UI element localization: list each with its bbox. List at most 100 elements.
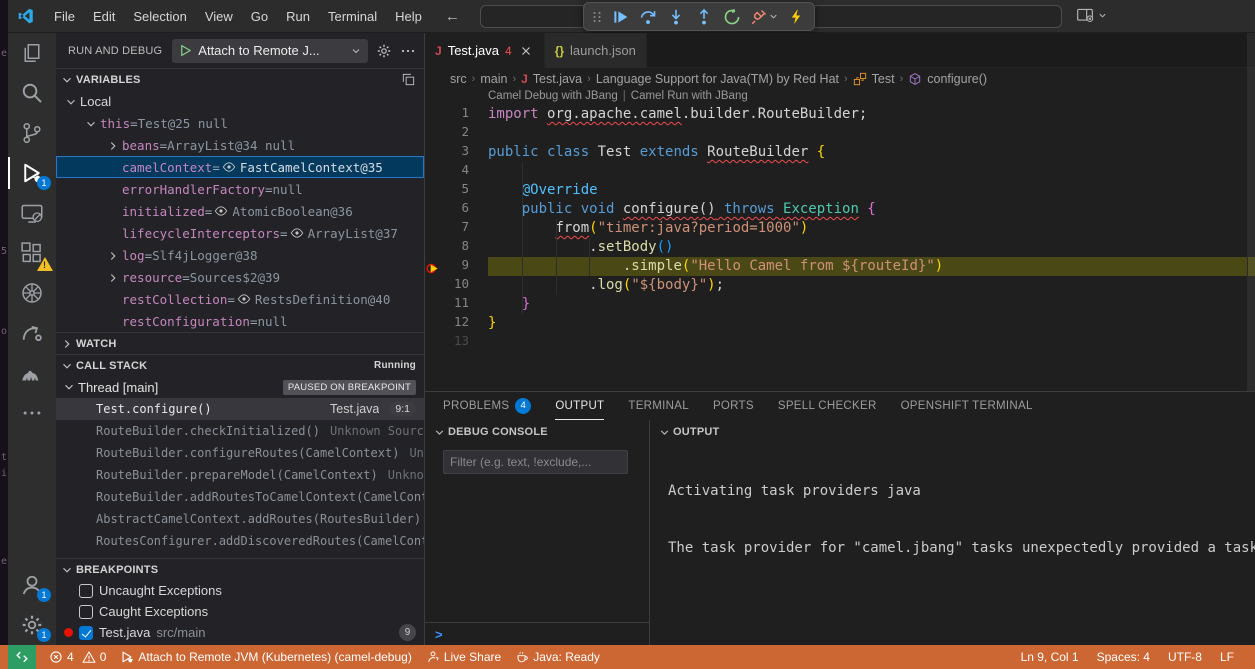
- codelens-camel-debug[interactable]: Camel Debug with JBang: [488, 90, 618, 105]
- breadcrumb-method[interactable]: configure(): [927, 72, 987, 86]
- breakpoint-gutter[interactable]: [425, 143, 441, 162]
- watch-section-header[interactable]: WATCH: [56, 332, 424, 354]
- step-into-icon[interactable]: [663, 5, 689, 29]
- manage-button[interactable]: 1: [8, 605, 56, 645]
- indentation-status[interactable]: Spaces: 4: [1090, 650, 1157, 664]
- debug-console-prompt[interactable]: >: [425, 622, 649, 645]
- stack-frame-row[interactable]: RouteBuilder.configureRoutes(CamelContex…: [56, 442, 424, 464]
- activity-explorer[interactable]: [8, 33, 56, 73]
- stack-frame-row-selected[interactable]: Test.configure() Test.java 9:1: [56, 398, 424, 420]
- nav-back-icon[interactable]: ←: [445, 8, 460, 25]
- launch-config-dropdown[interactable]: Attach to Remote J...: [172, 39, 368, 63]
- variable-row[interactable]: lifecycleInterceptors = ArrayList@37: [56, 222, 424, 244]
- menu-run[interactable]: Run: [277, 5, 319, 28]
- step-out-icon[interactable]: [691, 5, 717, 29]
- breadcrumb-file[interactable]: Test.java: [533, 72, 582, 86]
- checkbox-unchecked[interactable]: [79, 605, 93, 619]
- copy-value-icon[interactable]: [401, 72, 416, 87]
- variable-row[interactable]: restConfiguration = null: [56, 310, 424, 332]
- menu-file[interactable]: File: [45, 5, 84, 28]
- activity-openshift[interactable]: [8, 313, 56, 353]
- breadcrumb-class[interactable]: Test: [872, 72, 895, 86]
- remote-indicator[interactable]: [8, 645, 36, 669]
- breakpoint-gutter[interactable]: [425, 124, 441, 143]
- tab-launch-json[interactable]: {} launch.json: [545, 33, 647, 68]
- thread-row[interactable]: Thread [main] PAUSED ON BREAKPOINT: [56, 376, 424, 398]
- codelens-camel-run[interactable]: Camel Run with JBang: [631, 90, 748, 105]
- breakpoint-row[interactable]: Test.java src/main 9: [56, 622, 424, 643]
- disconnect-icon[interactable]: [747, 5, 781, 29]
- code-editor[interactable]: Camel Debug with JBang | Camel Run with …: [425, 90, 1255, 391]
- accounts-button[interactable]: 1: [8, 565, 56, 605]
- variable-row[interactable]: this = Test@25 null: [56, 112, 424, 134]
- eol-status[interactable]: LF: [1213, 650, 1241, 664]
- breakpoint-row[interactable]: Caught Exceptions: [56, 601, 424, 622]
- breakpoint-gutter[interactable]: [425, 162, 441, 181]
- close-icon[interactable]: [518, 43, 534, 59]
- variable-row[interactable]: resource = Sources$2@39: [56, 266, 424, 288]
- menu-edit[interactable]: Edit: [84, 5, 124, 28]
- start-debug-icon[interactable]: [178, 43, 193, 58]
- breakpoint-gutter[interactable]: [425, 181, 441, 200]
- breakpoint-gutter[interactable]: [425, 219, 441, 238]
- breakpoint-gutter[interactable]: [425, 276, 441, 295]
- breakpoints-section-header[interactable]: BREAKPOINTS: [56, 558, 424, 580]
- menu-help[interactable]: Help: [386, 5, 431, 28]
- tab-problems[interactable]: PROBLEMS4: [443, 392, 531, 420]
- breakpoint-gutter[interactable]: [425, 295, 441, 314]
- variable-scope-row[interactable]: Local: [56, 90, 424, 112]
- tab-openshift-terminal[interactable]: OPENSHIFT TERMINAL: [901, 392, 1033, 420]
- paused-breakpoint-gutter[interactable]: [425, 257, 441, 276]
- lazy-eval-eye-icon[interactable]: [237, 292, 251, 306]
- stack-frame-row[interactable]: RouteBuilder.prepareModel(CamelContext)U…: [56, 464, 424, 486]
- stack-frame-row[interactable]: RouteBuilder.addRoutesToCamelContext(Cam…: [56, 486, 424, 508]
- lazy-eval-eye-icon[interactable]: [222, 160, 236, 174]
- continue-icon[interactable]: [607, 5, 633, 29]
- lazy-eval-eye-icon[interactable]: [214, 204, 228, 218]
- debug-settings-gear-icon[interactable]: [376, 43, 392, 59]
- menu-go[interactable]: Go: [242, 5, 277, 28]
- tab-spell-checker[interactable]: SPELL CHECKER: [778, 392, 877, 420]
- output-header[interactable]: OUTPUT: [650, 420, 1255, 444]
- activity-camel[interactable]: [8, 353, 56, 393]
- activity-run-and-debug[interactable]: 1: [8, 153, 56, 193]
- breakpoint-row[interactable]: Uncaught Exceptions: [56, 580, 424, 601]
- java-status[interactable]: Java: Ready: [508, 645, 607, 669]
- variable-row[interactable]: beans = ArrayList@34 null: [56, 134, 424, 156]
- encoding-status[interactable]: UTF-8: [1161, 650, 1209, 664]
- variable-row[interactable]: initialized = AtomicBoolean@36: [56, 200, 424, 222]
- stack-frame-row[interactable]: RouteBuilder.checkInitialized()Unknown S…: [56, 420, 424, 442]
- restart-icon[interactable]: [719, 5, 745, 29]
- breakpoint-gutter[interactable]: [425, 200, 441, 219]
- customize-layout-button[interactable]: [1076, 6, 1108, 24]
- checkbox-checked[interactable]: [79, 626, 93, 640]
- tab-test-java[interactable]: J Test.java 4: [425, 33, 545, 68]
- tab-ports[interactable]: PORTS: [713, 392, 754, 420]
- call-stack-section-header[interactable]: CALL STACK Running: [56, 354, 424, 376]
- breakpoint-gutter[interactable]: [425, 105, 441, 124]
- activity-more[interactable]: [8, 393, 56, 433]
- variables-section-header[interactable]: VARIABLES: [56, 68, 424, 90]
- lazy-eval-eye-icon[interactable]: [290, 226, 304, 240]
- debug-session-status[interactable]: Attach to Remote JVM (Kubernetes) (camel…: [113, 645, 418, 669]
- variable-row[interactable]: restCollection = RestsDefinition@40: [56, 288, 424, 310]
- activity-remote-explorer[interactable]: [8, 193, 56, 233]
- breakpoint-gutter[interactable]: [425, 314, 441, 333]
- checkbox-unchecked[interactable]: [79, 584, 93, 598]
- views-more-icon[interactable]: [400, 43, 416, 59]
- breadcrumb-extension[interactable]: Language Support for Java(TM) by Red Hat: [596, 72, 839, 86]
- live-share-status[interactable]: Live Share: [419, 645, 508, 669]
- breakpoint-gutter[interactable]: [425, 238, 441, 257]
- hot-code-replace-icon[interactable]: [783, 5, 809, 29]
- debug-console-header[interactable]: DEBUG CONSOLE: [425, 420, 649, 444]
- variable-row[interactable]: log = Slf4jLogger@38: [56, 244, 424, 266]
- activity-source-control[interactable]: [8, 113, 56, 153]
- stack-frame-row[interactable]: RoutesConfigurer.addDiscoveredRoutes(Cam…: [56, 530, 424, 552]
- activity-search[interactable]: [8, 73, 56, 113]
- stack-frame-row[interactable]: AbstractCamelContext.addRoutes(RoutesBui…: [56, 508, 424, 530]
- variable-row-selected[interactable]: camelContext = FastCamelContext@35: [56, 156, 424, 178]
- menu-selection[interactable]: Selection: [124, 5, 195, 28]
- problems-status[interactable]: 4 0: [42, 645, 113, 669]
- tab-output[interactable]: OUTPUT: [555, 392, 604, 420]
- cursor-position-status[interactable]: Ln 9, Col 1: [1014, 650, 1086, 664]
